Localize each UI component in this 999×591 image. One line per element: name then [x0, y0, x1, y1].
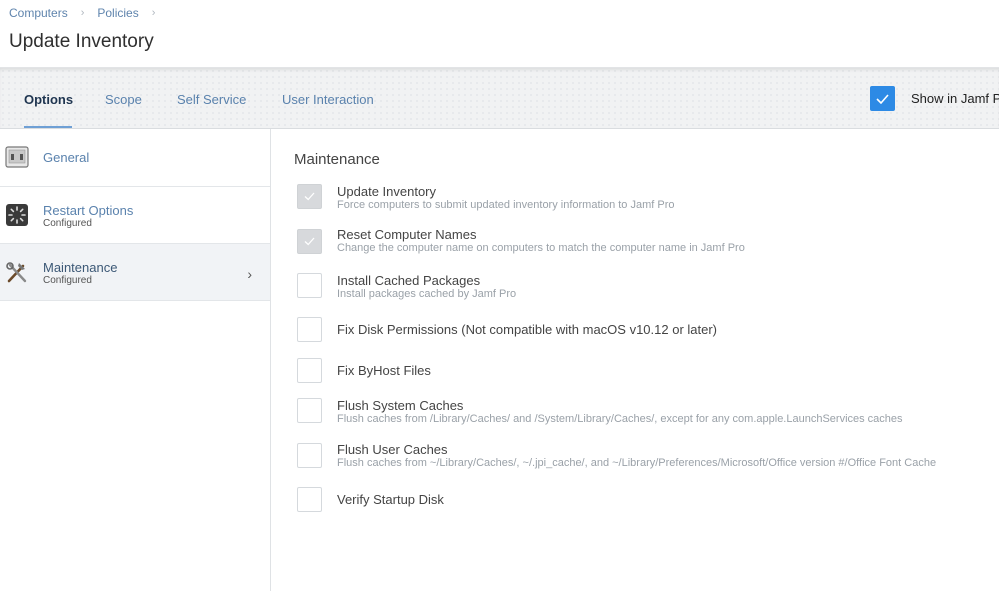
maintenance-panel: Maintenance Update Inventory Force compu… — [272, 129, 999, 591]
sidebar: General Restart Options Configured Maint… — [0, 129, 271, 591]
option-label: Install Cached Packages — [337, 273, 481, 288]
breadcrumb: Computers › Policies › — [9, 6, 990, 20]
option-description: Force computers to submit updated invent… — [337, 199, 675, 211]
checkmark-icon — [304, 237, 315, 246]
option-label: Update Inventory — [337, 184, 437, 199]
tab-self-service[interactable]: Self Service — [177, 92, 246, 107]
tab-scope[interactable]: Scope — [105, 92, 142, 107]
sidebar-item-status: Configured — [43, 275, 92, 286]
option-description: Install packages cached by Jamf Pro — [337, 288, 517, 300]
tab-user-interaction[interactable]: User Interaction — [282, 92, 374, 107]
update-inventory-checkbox[interactable] — [297, 184, 322, 209]
option-label: Verify Startup Disk — [337, 492, 444, 507]
option-description: Flush caches from ~/Library/Caches/, ~/.… — [337, 457, 937, 469]
active-tab-indicator — [24, 126, 72, 128]
show-in-jamf-label: Show in Jamf P — [911, 91, 999, 106]
tab-bar: Options Scope Self Service User Interact… — [0, 67, 999, 129]
sidebar-item-status: Configured — [43, 218, 92, 229]
breadcrumb-computers[interactable]: Computers — [9, 6, 68, 20]
verify-startup-disk-checkbox[interactable] — [297, 487, 322, 512]
sidebar-item-label: Maintenance — [43, 260, 118, 275]
fix-byhost-files-checkbox[interactable] — [297, 358, 322, 383]
checkmark-icon — [304, 192, 315, 201]
sidebar-item-general[interactable]: General — [0, 129, 270, 187]
restart-icon — [5, 203, 29, 227]
sidebar-item-label: Restart Options — [43, 203, 134, 218]
option-label: Flush User Caches — [337, 442, 448, 457]
tools-icon — [5, 261, 29, 285]
breadcrumb-separator: › — [80, 7, 85, 19]
flush-user-caches-checkbox[interactable] — [297, 443, 322, 468]
option-label: Reset Computer Names — [337, 227, 477, 242]
tab-options[interactable]: Options — [24, 92, 73, 107]
option-label: Flush System Caches — [337, 398, 464, 413]
option-description: Change the computer name on computers to… — [337, 242, 745, 254]
breadcrumb-separator: › — [151, 7, 156, 19]
checkmark-icon — [876, 93, 889, 104]
chevron-right-icon: › — [247, 266, 252, 282]
sidebar-item-restart-options[interactable]: Restart Options Configured — [0, 187, 270, 244]
reset-computer-names-checkbox[interactable] — [297, 229, 322, 254]
flush-system-caches-checkbox[interactable] — [297, 398, 322, 423]
breadcrumb-policies[interactable]: Policies — [97, 6, 138, 20]
section-title: Maintenance — [294, 151, 380, 168]
show-in-jamf-checkbox[interactable] — [870, 86, 895, 111]
fix-disk-permissions-checkbox[interactable] — [297, 317, 322, 342]
option-label: Fix ByHost Files — [337, 363, 431, 378]
sidebar-item-maintenance[interactable]: Maintenance Configured › — [0, 244, 270, 301]
sidebar-item-label: General — [43, 150, 90, 165]
install-cached-packages-checkbox[interactable] — [297, 273, 322, 298]
page-header: Computers › Policies › Update Inventory — [0, 0, 999, 67]
option-description: Flush caches from /Library/Caches/ and /… — [337, 413, 903, 425]
option-label: Fix Disk Permissions (Not compatible wit… — [337, 322, 718, 337]
page-title: Update Inventory — [9, 31, 154, 52]
general-icon — [5, 146, 29, 170]
